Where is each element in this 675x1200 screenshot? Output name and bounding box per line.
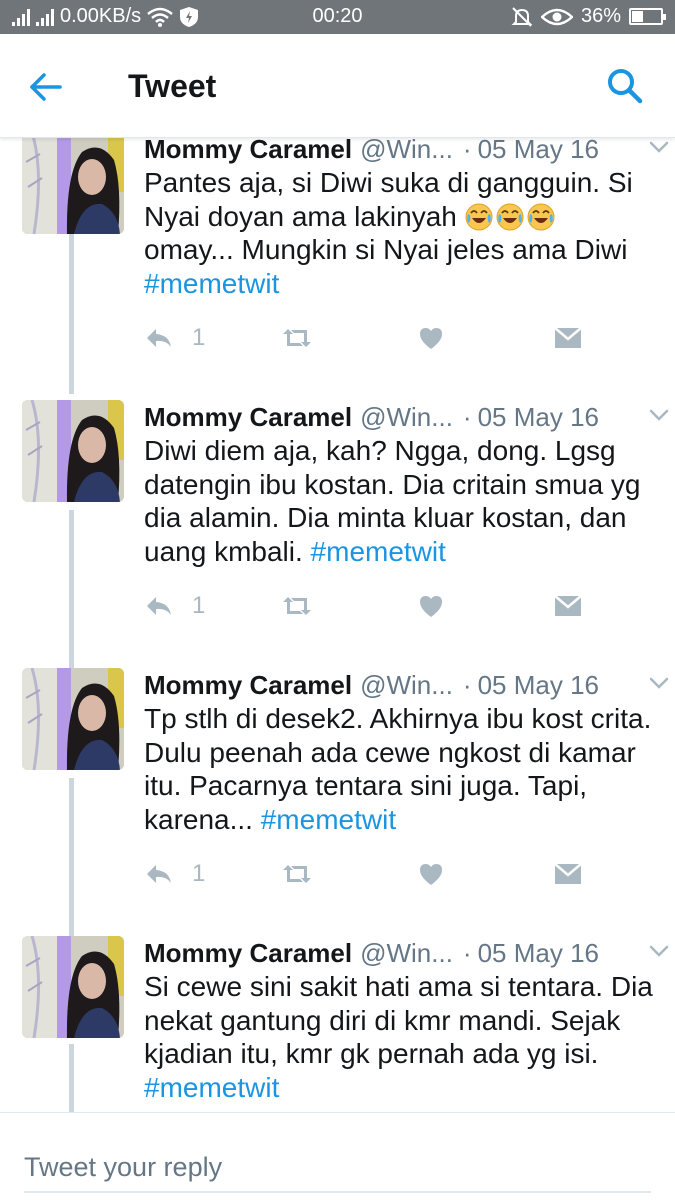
tweet-item[interactable]: Mommy Caramel @Win... · 05 May 16 Tp stl… xyxy=(0,668,675,936)
separator: · xyxy=(462,937,472,968)
battery-icon xyxy=(629,8,666,25)
chevron-down-icon[interactable] xyxy=(649,676,669,690)
hashtag-link[interactable]: #memetwit xyxy=(311,536,446,567)
author-handle[interactable]: @Win... xyxy=(360,402,453,433)
author-handle[interactable]: @Win... xyxy=(360,938,453,969)
separator: · xyxy=(462,401,472,432)
direct-message-button[interactable] xyxy=(554,856,582,892)
reply-button[interactable]: 1 xyxy=(144,588,205,624)
tweet-text-part: Tp stlh di desek2. Akhirnya ibu kost cri… xyxy=(144,703,652,835)
conversation-timeline[interactable]: Mommy Caramel @Win... · 05 May 16 Pantes… xyxy=(0,138,675,1112)
avatar[interactable] xyxy=(22,668,124,770)
tweet-text: Diwi diem aja, kah? Ngga, dong. Lgsg dat… xyxy=(144,434,654,568)
author-handle[interactable]: @Win... xyxy=(360,138,453,165)
separator: · xyxy=(462,138,472,164)
reply-icon xyxy=(144,862,174,886)
retweet-icon xyxy=(280,594,314,618)
author-handle[interactable]: @Win... xyxy=(360,670,453,701)
tweet-date: 05 May 16 xyxy=(477,669,599,700)
reply-input[interactable] xyxy=(24,1143,651,1193)
envelope-icon xyxy=(554,594,582,618)
laughing-emoji-icon xyxy=(496,203,524,231)
heart-icon xyxy=(418,594,444,618)
direct-message-button[interactable] xyxy=(554,588,582,624)
tweet-date: 05 May 16 xyxy=(477,937,599,968)
envelope-icon xyxy=(554,326,582,350)
tweet-header: Mommy Caramel @Win... · 05 May 16 xyxy=(144,138,659,166)
tweet-item[interactable]: Mommy Caramel @Win... · 05 May 16 Pantes… xyxy=(0,138,675,400)
arrow-left-icon[interactable] xyxy=(24,66,66,108)
tweet-header: Mommy Caramel @Win... · 05 May 16 xyxy=(144,400,659,434)
tweet-item[interactable]: Mommy Caramel @Win... · 05 May 16 Diwi d… xyxy=(0,400,675,668)
tweet-item[interactable]: Mommy Caramel @Win... · 05 May 16 Si cew… xyxy=(0,936,675,1112)
reply-button[interactable]: 1 xyxy=(144,856,205,892)
like-button[interactable] xyxy=(418,856,444,892)
envelope-icon xyxy=(554,862,582,886)
reply-count: 1 xyxy=(192,860,206,887)
tweet-text-part: Pantes aja, si Diwi suka di gangguin. Si… xyxy=(144,167,633,232)
tweet-header: Mommy Caramel @Win... · 05 May 16 xyxy=(144,668,659,702)
avatar[interactable] xyxy=(22,936,124,1038)
retweet-button[interactable] xyxy=(280,588,314,624)
battery-percent: 36% xyxy=(580,5,621,27)
retweet-icon xyxy=(280,326,314,350)
eye-icon xyxy=(540,8,573,25)
tweet-date: 05 May 16 xyxy=(477,401,599,432)
page-title: Tweet xyxy=(128,68,217,104)
like-button[interactable] xyxy=(418,320,444,356)
hashtag-link[interactable]: #memetwit xyxy=(144,1072,279,1103)
chevron-down-icon[interactable] xyxy=(649,408,669,422)
tweet-actions: 1 xyxy=(144,588,644,624)
tweet-text-part: omay... Mungkin si Nyai jeles ama Diwi xyxy=(144,234,628,265)
status-right: 36% xyxy=(511,5,666,28)
reply-button[interactable]: 1 xyxy=(144,320,205,356)
direct-message-button[interactable] xyxy=(554,320,582,356)
laughing-emoji-icon xyxy=(527,203,555,231)
hashtag-link[interactable]: #memetwit xyxy=(261,804,396,835)
app-bar: Tweet xyxy=(0,34,675,138)
tweet-text: Tp stlh di desek2. Akhirnya ibu kost cri… xyxy=(144,702,654,836)
heart-icon xyxy=(418,862,444,886)
reply-count: 1 xyxy=(192,324,206,351)
tweet-actions: 1 xyxy=(144,320,644,356)
silent-bell-icon xyxy=(511,6,533,27)
tweet-text: Si cewe sini sakit hati ama si tentara. … xyxy=(144,970,654,1104)
retweet-button[interactable] xyxy=(280,856,314,892)
chevron-down-icon[interactable] xyxy=(649,140,669,154)
author-name[interactable]: Mommy Caramel xyxy=(144,402,352,433)
search-icon[interactable] xyxy=(605,66,645,106)
avatar[interactable] xyxy=(22,138,124,234)
author-name[interactable]: Mommy Caramel xyxy=(144,670,352,701)
separator: · xyxy=(462,669,472,700)
heart-icon xyxy=(418,326,444,350)
author-name[interactable]: Mommy Caramel xyxy=(144,938,352,969)
tweet-text: Pantes aja, si Diwi suka di gangguin. Si… xyxy=(144,166,654,300)
tweet-text-part: Si cewe sini sakit hati ama si tentara. … xyxy=(144,971,653,1069)
author-name[interactable]: Mommy Caramel xyxy=(144,138,352,165)
like-button[interactable] xyxy=(418,588,444,624)
retweet-icon xyxy=(280,862,314,886)
hashtag-link[interactable]: #memetwit xyxy=(144,268,279,299)
reply-count: 1 xyxy=(192,592,206,619)
status-bar: 0.00KB/s 00:20 36% xyxy=(0,0,675,34)
chevron-down-icon[interactable] xyxy=(649,944,669,958)
reply-icon xyxy=(144,326,174,350)
laughing-emoji-icon xyxy=(465,203,493,231)
tweet-header: Mommy Caramel @Win... · 05 May 16 xyxy=(144,936,659,970)
tweet-actions: 1 xyxy=(144,856,644,892)
tweet-date: 05 May 16 xyxy=(477,138,599,164)
retweet-button[interactable] xyxy=(280,320,314,356)
reply-bar xyxy=(0,1112,675,1200)
avatar[interactable] xyxy=(22,400,124,502)
reply-icon xyxy=(144,594,174,618)
